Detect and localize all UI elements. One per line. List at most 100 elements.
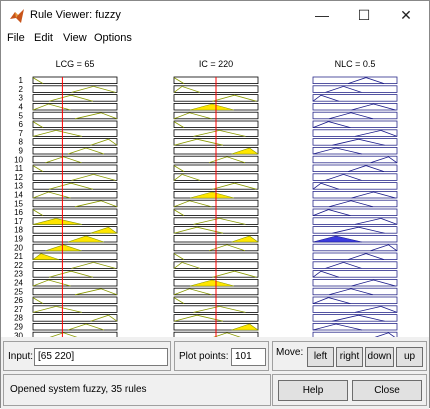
window-title: Rule Viewer: fuzzy: [30, 9, 121, 21]
status-frame: Opened system fuzzy, 35 rules: [3, 374, 271, 406]
status-text: Opened system fuzzy, 35 rules: [10, 384, 147, 395]
move-label: Move:: [276, 347, 304, 358]
rule-cell: [32, 314, 118, 322]
control-panel: Input: [65 220] Plot points: 101 Move: l…: [1, 337, 429, 409]
close-window-button[interactable]: ✕: [385, 1, 427, 30]
rule-number: 10: [14, 155, 23, 164]
rule-cell: [312, 208, 398, 216]
rule-number: 22: [14, 261, 23, 270]
plot-points-field[interactable]: 101: [231, 348, 266, 366]
rule-cell: [32, 155, 118, 164]
rule-cell: [32, 278, 118, 287]
rule-cell: [312, 94, 398, 102]
rule-cell: [32, 287, 118, 296]
menu-view[interactable]: View: [63, 32, 87, 44]
rule-number: 18: [14, 226, 23, 235]
plot-points-frame: Plot points: 101: [174, 341, 269, 371]
rule-number: 17: [14, 217, 23, 226]
input-field[interactable]: [65 220]: [34, 348, 168, 366]
menu-edit[interactable]: Edit: [34, 32, 53, 44]
rule-number: 13: [14, 182, 23, 191]
rule-cell: [312, 199, 398, 208]
rule-cell: [312, 147, 398, 155]
rule-cell: [312, 76, 398, 84]
rule-cell: [312, 120, 398, 128]
rule-cell: [32, 305, 118, 313]
close-button[interactable]: Close: [352, 380, 422, 401]
rule-cell: [312, 261, 398, 269]
rule-number: 19: [14, 235, 23, 244]
plot-points-label: Plot points:: [179, 351, 229, 362]
rule-cell: [32, 129, 118, 137]
rule-cell: [32, 111, 118, 120]
rule-number: 16: [14, 208, 23, 217]
rule-number: 21: [14, 252, 23, 261]
rule-cell: [32, 103, 118, 111]
rule-plot-area: LCG = 65 IC = 220 NLC = 0.5 1 2 3 4 5 6 7 8 9 10 11 12…: [1, 49, 429, 337]
rule-cell: [32, 138, 118, 146]
rule-cell: [312, 234, 398, 243]
rule-cell: [32, 243, 118, 252]
rule-cell: [312, 287, 398, 296]
menu-file[interactable]: File: [7, 32, 25, 44]
rule-number: 27: [14, 305, 23, 314]
rule-viewer-window: Rule Viewer: fuzzy — ☐ ✕ File Edit View …: [0, 0, 430, 409]
menu-bar: File Edit View Options: [1, 30, 429, 49]
actions-frame: Help Close: [272, 374, 427, 406]
rule-cell: [32, 270, 118, 278]
rule-cell: [312, 270, 398, 278]
rule-number: 5: [19, 111, 24, 120]
help-button[interactable]: Help: [278, 380, 348, 401]
move-left-button[interactable]: left: [307, 347, 334, 367]
move-up-button[interactable]: up: [396, 347, 423, 367]
move-frame: Move: left right down up: [272, 341, 427, 371]
rule-cell: [32, 252, 118, 260]
rule-cell: [312, 226, 398, 234]
rule-plot[interactable]: LCG = 65 IC = 220 NLC = 0.5123456789101112…: [1, 49, 429, 337]
column-header: IC = 220: [199, 59, 233, 69]
move-down-button[interactable]: down: [365, 347, 394, 367]
rule-cell: [312, 243, 398, 252]
rule-cell: [312, 138, 398, 146]
rule-number: 25: [14, 287, 23, 296]
maximize-button[interactable]: ☐: [343, 1, 385, 30]
rule-cell: [32, 85, 118, 93]
rule-number: 6: [19, 120, 24, 129]
rule-number: 14: [14, 191, 23, 200]
rule-number: 11: [15, 164, 24, 173]
rule-cell: [32, 94, 118, 102]
move-right-button[interactable]: right: [336, 347, 363, 367]
rule-number: 4: [19, 103, 24, 112]
rule-number: 15: [14, 199, 23, 208]
menu-options[interactable]: Options: [94, 32, 132, 44]
input-label: Input:: [8, 351, 34, 362]
rule-cell: [32, 226, 118, 234]
rule-cell: [32, 208, 118, 216]
rule-number: 8: [19, 138, 24, 147]
rule-number: 20: [14, 243, 23, 252]
rule-cell: [312, 314, 398, 322]
rule-number: 26: [14, 296, 23, 305]
rule-cell: [32, 296, 118, 304]
rule-number: 28: [14, 314, 23, 323]
rule-number: 29: [14, 323, 23, 332]
rule-cell: [32, 199, 118, 208]
minimize-button[interactable]: —: [301, 1, 343, 30]
rule-cell: [312, 85, 398, 93]
rule-number: 3: [19, 94, 24, 103]
rule-cell: [32, 190, 118, 199]
rule-cell: [312, 155, 398, 164]
rule-cell: [312, 296, 398, 304]
rule-cell: [312, 164, 398, 172]
rule-cell: [32, 322, 118, 331]
rule-number: 12: [14, 173, 23, 182]
rule-cell: [32, 164, 118, 172]
rule-cell: [312, 278, 398, 287]
rule-cell: [312, 173, 398, 181]
input-frame: Input: [65 220]: [3, 341, 171, 371]
column-header: NLC = 0.5: [335, 59, 376, 69]
rule-cell: [32, 261, 118, 269]
rule-number: 24: [14, 279, 23, 288]
rule-cell: [312, 190, 398, 199]
rule-number: 9: [19, 147, 24, 156]
